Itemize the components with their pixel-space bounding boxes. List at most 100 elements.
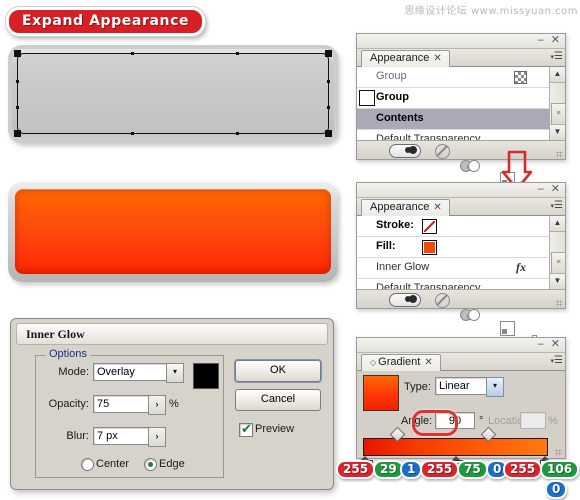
tab-appearance[interactable]: Appearance ✕ (361, 50, 450, 67)
anchor-point[interactable] (236, 132, 239, 135)
mode-value[interactable]: Overlay (93, 363, 167, 381)
radio-edge[interactable] (144, 458, 157, 471)
anchor-point[interactable] (16, 106, 19, 109)
chevron-down-icon[interactable]: ▾ (166, 363, 184, 383)
gradient-slider-bar[interactable] (363, 438, 548, 456)
appearance-row-stroke[interactable]: Stroke: (357, 216, 550, 237)
window-buttons[interactable]: – ✕ (538, 338, 562, 350)
dialog-title: Inner Glow (26, 327, 85, 341)
checkerboard-icon (514, 71, 527, 84)
opacity-stepper[interactable]: 75 › (93, 395, 166, 415)
panel-titlebar: – ✕ (357, 183, 565, 198)
appearance-row-contents[interactable]: Contents (357, 109, 550, 130)
anchor-point[interactable] (325, 50, 332, 57)
site-watermark: 思缘设计论坛 www.missyuan.com (404, 6, 578, 17)
scroll-up-icon[interactable]: ▲ (550, 67, 565, 83)
blur-stepper[interactable]: 7 px › (93, 427, 166, 447)
anchor-point[interactable] (131, 132, 134, 135)
location-input[interactable] (520, 412, 546, 429)
close-icon[interactable]: ✕ (551, 34, 562, 46)
gradient-preview-swatch[interactable] (363, 375, 399, 411)
window-buttons[interactable]: – ✕ (538, 34, 562, 46)
scroll-down-icon[interactable]: ▼ (550, 124, 565, 140)
panel-menu-button[interactable]: ▾☰ (551, 199, 563, 213)
anchor-point[interactable] (14, 50, 21, 57)
type-value[interactable]: Linear (435, 377, 487, 395)
panel-menu-button[interactable]: ▾☰ (551, 354, 563, 368)
glow-color-swatch[interactable] (193, 363, 219, 389)
appearance-row-inner-glow[interactable]: Inner Glow fx (357, 258, 550, 279)
scroll-up-icon[interactable]: ▲ (550, 216, 565, 232)
type-select[interactable]: Linear ▾ (435, 377, 504, 397)
minimize-icon[interactable]: – (538, 183, 546, 195)
appearance-row-fill[interactable]: Fill: (357, 237, 550, 258)
window-buttons[interactable]: – ✕ (538, 183, 562, 195)
preview-checkbox[interactable]: ✔ (239, 422, 253, 437)
duplicate-item-icon[interactable] (500, 321, 515, 336)
rgb-red-value: 255 (420, 460, 460, 479)
tab-close-icon[interactable]: ✕ (433, 202, 441, 213)
artwork-grey-button[interactable] (8, 45, 338, 143)
opacity-label: Opacity: (48, 398, 89, 410)
opacity-pill-icon[interactable] (389, 144, 421, 158)
gradient-panel[interactable]: – ✕ ◇ Gradient ✕ ▾☰ Type: Linear ▾ Angle: … (356, 337, 566, 472)
ok-button[interactable]: OK (235, 360, 321, 382)
row-label: Inner Glow (376, 261, 430, 273)
anchor-point[interactable] (327, 106, 330, 109)
inner-glow-dialog[interactable]: Inner Glow Options Mode: Overlay ▾ Opaci… (10, 318, 334, 490)
vertical-scrollbar[interactable]: ▲ ≡ ▼ (549, 216, 566, 289)
tab-close-icon[interactable]: ✕ (424, 357, 432, 368)
stroke-none-swatch[interactable] (422, 219, 437, 234)
appearance-panel-1[interactable]: – ✕ Appearance ✕ ▾☰ Group Group Contents … (356, 33, 566, 200)
appearance-row-group[interactable]: Group (357, 88, 550, 109)
rgb-red-value: 255 (336, 460, 376, 479)
anchor-point[interactable] (236, 52, 239, 55)
appearance-panel-2[interactable]: – ✕ Appearance ✕ ▾☰ Stroke: Fill: Inner … (356, 182, 566, 349)
resize-grip[interactable] (555, 449, 562, 456)
minimize-icon[interactable]: – (538, 338, 546, 350)
artwork-orange-button[interactable] (8, 182, 338, 282)
anchor-point[interactable] (16, 80, 19, 83)
anchor-point[interactable] (131, 52, 134, 55)
rgb-readouts: 255 29 1 255 75 0 255 106 0 (336, 460, 580, 500)
radio-center[interactable] (81, 458, 94, 471)
gradient-circles-icon[interactable]: ▸ (460, 308, 480, 321)
no-stroke-icon[interactable] (435, 144, 450, 159)
scrollbar-thumb[interactable]: ≡ (551, 103, 566, 125)
blur-input[interactable]: 7 px (93, 427, 149, 445)
rgb-green-value: 106 (540, 460, 580, 479)
resize-grip[interactable] (556, 300, 563, 307)
close-icon[interactable]: ✕ (551, 183, 562, 195)
blur-spinner-icon[interactable]: › (148, 427, 166, 447)
opacity-spinner-icon[interactable]: › (148, 395, 166, 415)
tab-appearance[interactable]: Appearance ✕ (361, 199, 450, 216)
anchor-point[interactable] (14, 130, 21, 137)
scrollbar-thumb[interactable]: ≡ (551, 252, 566, 274)
row-label: Fill: (376, 240, 396, 252)
gradient-circles-icon[interactable]: ▸ (460, 159, 480, 172)
panel-tabrow: Appearance ✕ ▾☰ (357, 198, 565, 216)
anchor-point[interactable] (327, 80, 330, 83)
chevron-down-icon[interactable]: ▾ (486, 377, 504, 397)
tab-gradient[interactable]: ◇ Gradient ✕ (361, 354, 441, 371)
close-icon[interactable]: ✕ (551, 338, 562, 350)
fx-icon[interactable]: fx (516, 260, 526, 275)
vertical-scrollbar[interactable]: ▲ ≡ ▼ (549, 67, 566, 140)
opacity-input[interactable]: 75 (93, 395, 149, 413)
anchor-point[interactable] (325, 130, 332, 137)
tab-label: Appearance (370, 52, 430, 64)
panel-menu-button[interactable]: ▾☰ (551, 50, 563, 64)
tab-close-icon[interactable]: ✕ (433, 53, 441, 64)
mode-select[interactable]: Overlay ▾ (93, 363, 184, 383)
resize-grip[interactable] (556, 151, 563, 158)
appearance-row-group-outer[interactable]: Group (357, 67, 550, 88)
cancel-button[interactable]: Cancel (235, 389, 321, 411)
scroll-down-icon[interactable]: ▼ (550, 273, 565, 289)
no-stroke-icon[interactable] (435, 293, 450, 308)
fill-color-swatch[interactable] (422, 240, 437, 255)
white-swatch[interactable] (359, 90, 375, 106)
opacity-pill-icon[interactable] (389, 293, 421, 307)
minimize-icon[interactable]: – (538, 34, 546, 46)
blur-label: Blur: (66, 430, 89, 442)
opacity-unit: % (169, 398, 179, 410)
